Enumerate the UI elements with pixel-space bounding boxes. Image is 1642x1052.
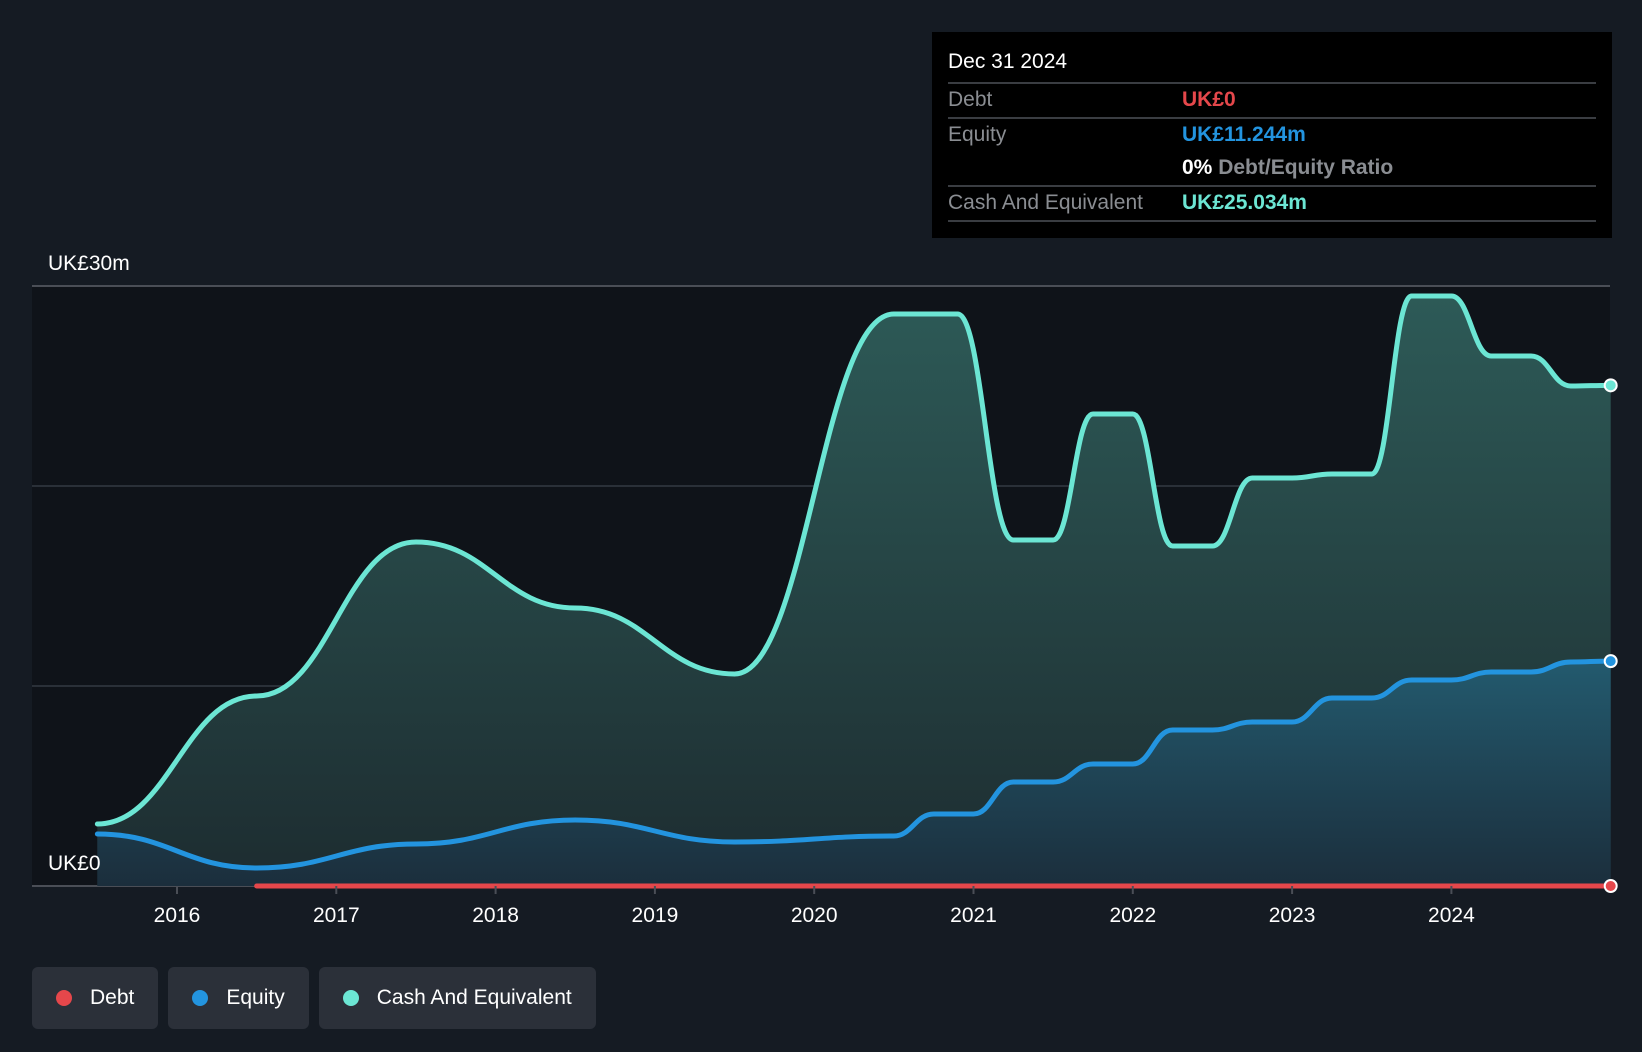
cash-dot-icon bbox=[342, 990, 359, 1006]
tooltip-row-ratio: 0% Debt/Equity Ratio bbox=[948, 152, 1596, 185]
x-tick-label-2018: 2018 bbox=[472, 904, 519, 927]
tooltip-row-equity: Equity UK£11.244m bbox=[948, 117, 1596, 152]
debt-endpoint bbox=[1603, 879, 1618, 893]
tooltip: Dec 31 2024 Debt UK£0 Equity UK£11.244m … bbox=[932, 32, 1612, 238]
legend-label-debt: Debt bbox=[90, 986, 135, 1009]
tooltip-equity-label: Equity bbox=[948, 123, 1007, 146]
legend: Debt Equity Cash And Equivalent bbox=[32, 967, 596, 1029]
equity-dot-icon bbox=[192, 990, 209, 1006]
tooltip-debt-value: UK£0 bbox=[1182, 88, 1236, 111]
cash-and-equivalent-endpoint bbox=[1603, 378, 1618, 393]
x-tick-label-2023: 2023 bbox=[1269, 904, 1316, 927]
x-tick-label-2021: 2021 bbox=[950, 904, 997, 927]
tooltip-ratio-value: 0% bbox=[1182, 156, 1213, 179]
tooltip-cash-label: Cash And Equivalent bbox=[948, 191, 1143, 214]
tooltip-date: Dec 31 2024 bbox=[948, 50, 1068, 73]
legend-item-debt[interactable]: Debt bbox=[32, 967, 159, 1029]
legend-item-equity[interactable]: Equity bbox=[168, 967, 309, 1029]
tooltip-cash-value: UK£25.034m bbox=[1182, 191, 1307, 214]
tooltip-ratio-suffix: Debt/Equity Ratio bbox=[1218, 156, 1394, 179]
tooltip-row-debt: Debt UK£0 bbox=[948, 82, 1596, 117]
x-tick-label-2017: 2017 bbox=[313, 904, 360, 927]
x-tick-label-2019: 2019 bbox=[632, 904, 679, 927]
legend-label-equity: Equity bbox=[226, 986, 285, 1009]
tooltip-equity-value: UK£11.244m bbox=[1182, 123, 1306, 146]
tooltip-divider bbox=[948, 220, 1596, 222]
legend-item-cash[interactable]: Cash And Equivalent bbox=[318, 967, 596, 1029]
y-tick-label-top: UK£30m bbox=[48, 252, 130, 275]
tooltip-ratio-label bbox=[948, 152, 1182, 185]
equity-endpoint bbox=[1603, 654, 1618, 669]
x-tick-label-2020: 2020 bbox=[791, 904, 838, 927]
x-tick-label-2022: 2022 bbox=[1109, 904, 1156, 927]
y-tick-label-bottom: UK£0 bbox=[48, 852, 101, 875]
tooltip-row-cash: Cash And Equivalent UK£25.034m bbox=[948, 185, 1596, 220]
debt-dot-icon bbox=[56, 990, 72, 1006]
legend-label-cash: Cash And Equivalent bbox=[376, 986, 572, 1009]
tooltip-debt-label: Debt bbox=[948, 88, 993, 111]
x-tick-label-2016: 2016 bbox=[154, 904, 201, 927]
x-tick-label-2024: 2024 bbox=[1428, 904, 1475, 927]
